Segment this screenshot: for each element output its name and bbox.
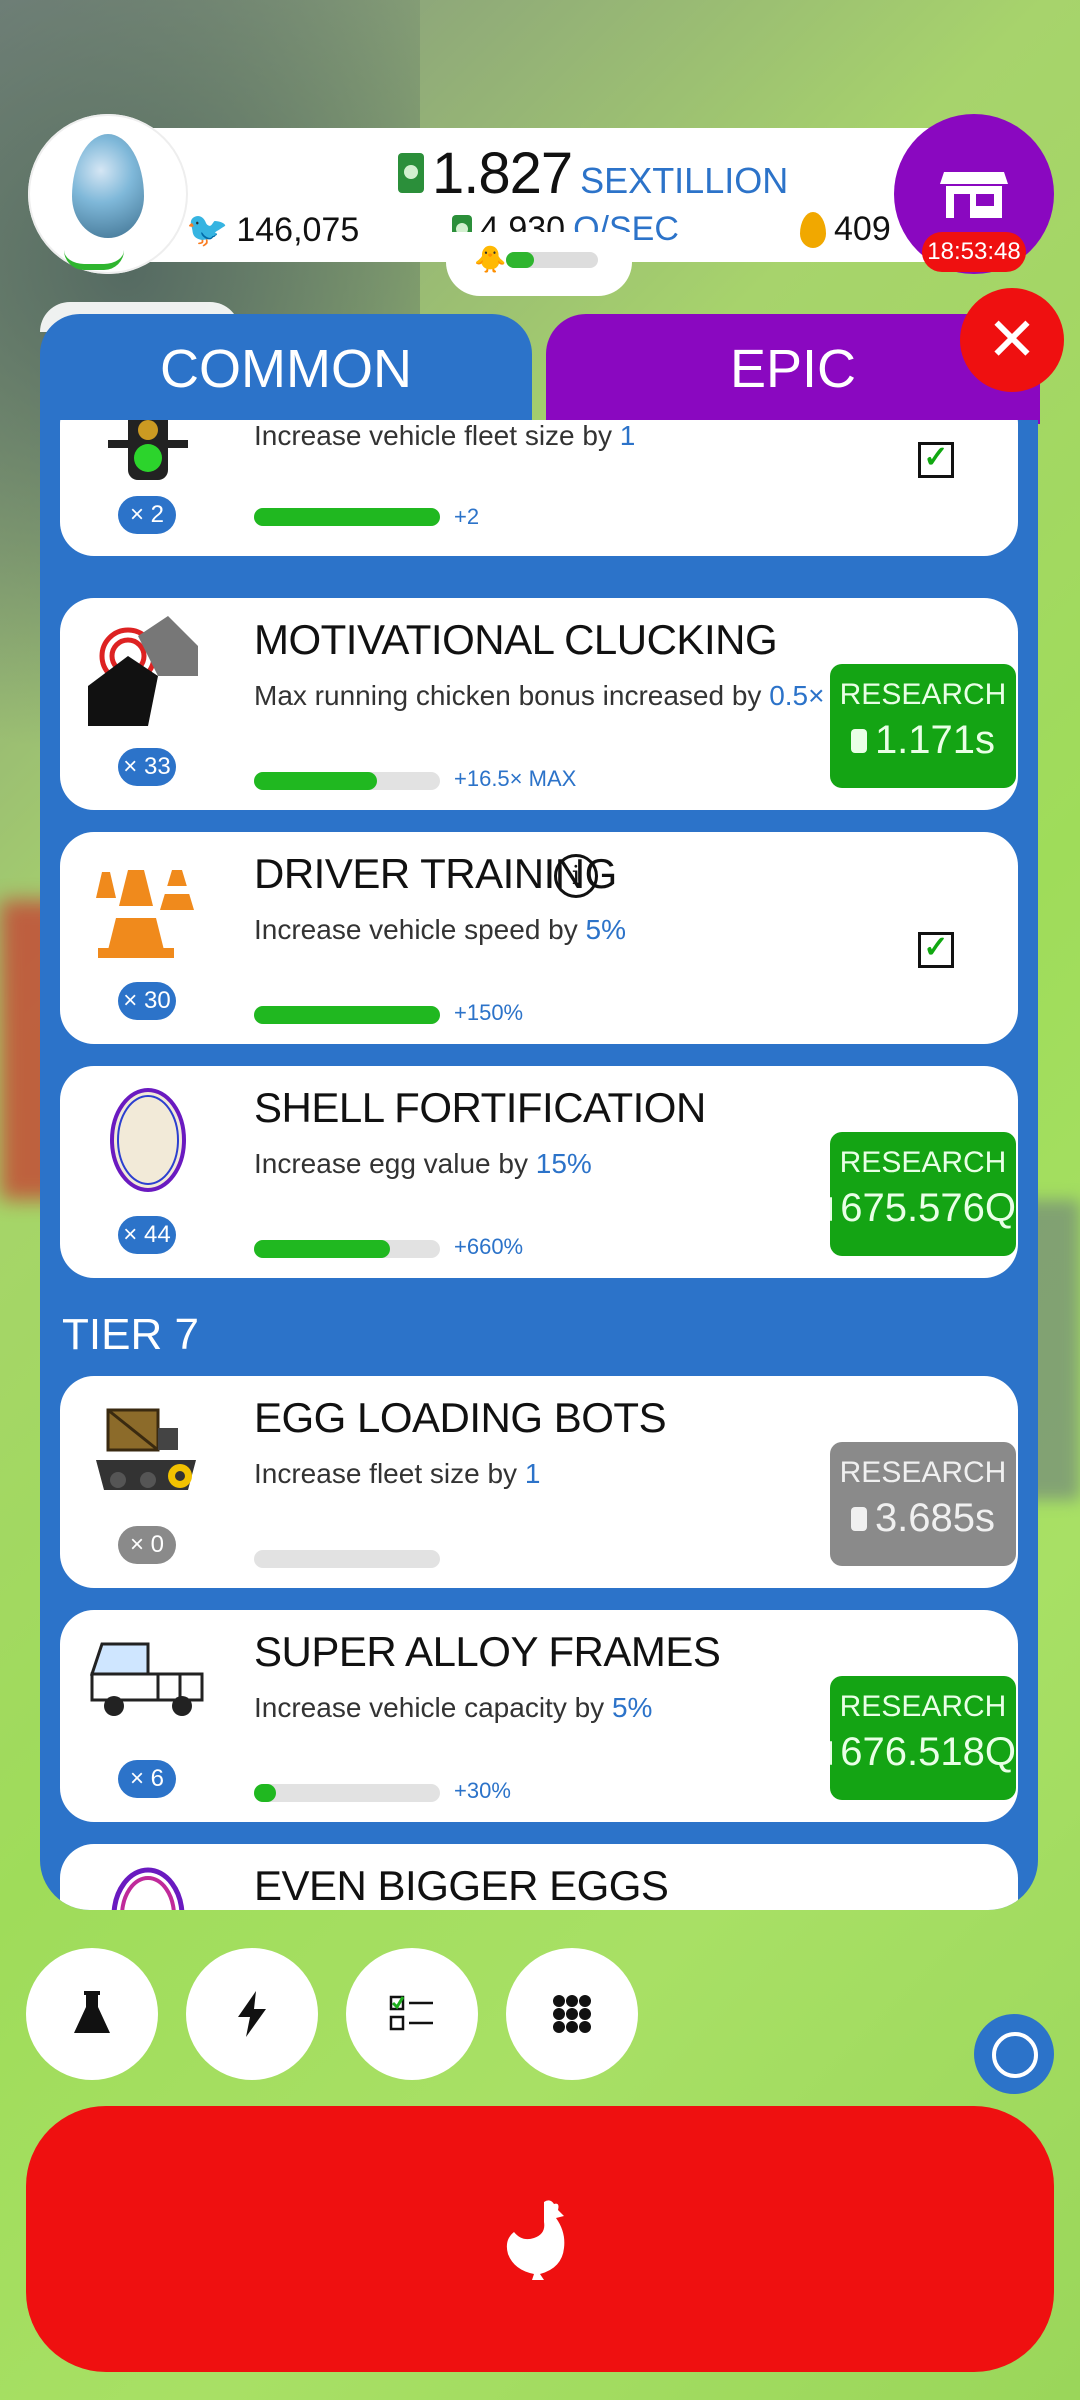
chicken-megaphone-icon <box>88 616 198 726</box>
research-count: × 0 <box>118 1526 176 1564</box>
research-card-bots: × 0 EGG LOADING BOTS Increase fleet size… <box>60 1376 1018 1588</box>
research-button[interactable]: RESEARCH 1.171s <box>830 664 1016 788</box>
research-bonus: +660% <box>454 1234 524 1259</box>
golden-egg-count: 409 <box>800 210 891 249</box>
rainbow-egg-icon <box>111 1867 185 1910</box>
egg-portrait[interactable] <box>28 114 188 274</box>
research-count: × 33 <box>118 748 176 786</box>
research-count: × 2 <box>118 496 176 534</box>
research-title: MOTIVATIONAL CLUCKING <box>254 616 778 663</box>
traffic-cones-icon <box>96 870 194 958</box>
research-desc: Increase vehicle speed by 5% <box>254 914 626 945</box>
flask-icon <box>74 1991 110 2033</box>
research-progress <box>254 1784 440 1802</box>
research-button[interactable]: RESEARCH 675.576Q <box>830 1132 1016 1256</box>
shop-timer: 18:53:48 <box>922 232 1026 272</box>
chick-icon: 🐥 <box>474 244 507 274</box>
cash-icon <box>830 1740 833 1765</box>
bolt-icon <box>238 1991 266 2037</box>
research-desc: Increase vehicle fleet size by 1 <box>254 420 636 451</box>
egg-progress-ring <box>64 250 124 270</box>
research-bonus: +30% <box>454 1778 511 1803</box>
research-button[interactable]: RESEARCH 3.685s <box>830 1442 1016 1566</box>
research-count: × 6 <box>118 1760 176 1798</box>
money-amount: 1.827 <box>432 141 573 206</box>
research-desc: Increase fleet size by 1 <box>254 1458 541 1489</box>
research-bonus: +2 <box>454 504 480 529</box>
research-progress <box>254 1240 440 1258</box>
research-panel[interactable]: × 2 Increase vehicle fleet size by 1 +2 … <box>40 420 1038 1910</box>
chicken-icon <box>506 2200 565 2280</box>
tab-common[interactable]: COMMON <box>40 314 532 424</box>
egg-icon <box>110 1088 186 1192</box>
boosts-button[interactable] <box>186 1948 318 2080</box>
research-desc: Increase egg value by 15% <box>254 1148 592 1179</box>
close-button[interactable]: ✕ <box>960 288 1064 392</box>
chicken-icon: 🐦 <box>186 211 229 249</box>
research-card-motivational: × 33 MOTIVATIONAL CLUCKING Max running c… <box>60 598 1018 810</box>
info-icon[interactable]: i <box>554 854 598 898</box>
missions-button[interactable] <box>346 1948 478 2080</box>
research-desc: Max running chicken bonus increased by 0… <box>254 680 825 711</box>
hatch-progress-bar <box>506 252 598 268</box>
chicken-count: 🐦 146,075 <box>186 210 360 250</box>
research-card-alloy: × 6 SUPER ALLOY FRAMES Increase vehicle … <box>60 1610 1018 1822</box>
grid-icon <box>553 1995 591 2033</box>
research-title: SHELL FORTIFICATION <box>254 1084 706 1131</box>
money-display: 1.827 SEXTILLION <box>398 140 788 207</box>
egg-icon <box>72 134 144 238</box>
research-progress <box>254 508 440 526</box>
research-card-driver: × 30 DRIVER TRAINING i Increase vehicle … <box>60 832 1018 1044</box>
research-progress <box>254 1006 440 1024</box>
research-bonus: +16.5× MAX <box>454 766 577 791</box>
cash-icon <box>830 1196 833 1221</box>
tier-label: TIER 7 <box>62 1310 199 1359</box>
money-unit: SEXTILLION <box>580 160 789 201</box>
research-desc: Increase vehicle capacity by 5% <box>254 1692 653 1723</box>
research-count: × 30 <box>118 982 176 1020</box>
checklist-icon <box>389 1995 433 2031</box>
research-bonus: +150% <box>454 1000 524 1025</box>
research-title: EVEN BIGGER EGGS <box>254 1862 669 1909</box>
research-progress <box>254 1550 440 1568</box>
cash-icon <box>850 728 867 753</box>
cash-icon <box>398 153 424 193</box>
hatch-progress-tab[interactable]: 🐥 <box>446 232 632 296</box>
hatch-chicken-button[interactable] <box>26 2106 1054 2372</box>
research-card-shell: × 44 SHELL FORTIFICATION Increase egg va… <box>60 1066 1018 1278</box>
overlay-toggle-button[interactable] <box>974 2014 1054 2094</box>
research-count: × 44 <box>118 1216 176 1254</box>
robot-tank-icon <box>96 1408 196 1490</box>
cash-icon <box>850 1506 867 1531</box>
complete-checkmark-icon: ✓ <box>918 932 954 968</box>
golden-egg-icon <box>800 211 826 248</box>
research-progress <box>254 772 440 790</box>
research-lab-button[interactable] <box>26 1948 158 2080</box>
store-icon <box>940 172 1008 218</box>
truck-icon <box>89 1642 204 1716</box>
research-title: EGG LOADING BOTS <box>254 1394 667 1441</box>
research-card-bigger: EVEN BIGGER EGGS <box>60 1844 1018 1910</box>
research-button[interactable]: RESEARCH 676.518Q <box>830 1676 1016 1800</box>
research-card-fleet: × 2 Increase vehicle fleet size by 1 +2 … <box>60 420 1018 556</box>
complete-checkmark-icon: ✓ <box>918 442 954 478</box>
menu-grid-button[interactable] <box>506 1948 638 2080</box>
research-title: SUPER ALLOY FRAMES <box>254 1628 721 1675</box>
